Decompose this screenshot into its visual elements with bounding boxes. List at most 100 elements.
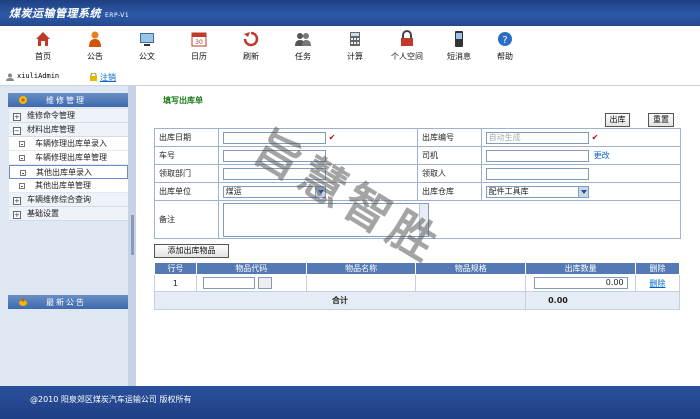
item-name-cell bbox=[305, 274, 417, 292]
required-mark: ✔ bbox=[328, 133, 336, 142]
nav-refresh-label: 刷新 bbox=[243, 52, 259, 61]
item-code-input[interactable] bbox=[202, 277, 255, 289]
out-no-input[interactable]: 自动生成 bbox=[485, 131, 589, 144]
quantity-input[interactable]: 0.00 bbox=[533, 277, 628, 289]
sidebar-collapse-handle[interactable] bbox=[131, 215, 134, 255]
change-link[interactable]: 更改 bbox=[594, 151, 610, 160]
logout-icon[interactable] bbox=[89, 73, 98, 81]
sidebar-item-label: 车辆修理出库单管理 bbox=[35, 153, 107, 162]
sidebar-item-settings[interactable]: + 基础设置 bbox=[9, 207, 128, 221]
expand-icon: + bbox=[14, 211, 20, 219]
form-title: 填写出库单 bbox=[163, 96, 203, 105]
task-icon bbox=[295, 33, 311, 46]
driver-input[interactable] bbox=[485, 149, 589, 162]
nav-help[interactable]: ? 帮助 bbox=[482, 30, 528, 68]
unit-select[interactable]: 煤运 bbox=[222, 185, 326, 198]
announcement-icon bbox=[89, 31, 101, 47]
notice-icon bbox=[19, 298, 27, 306]
sum-label: 合计 bbox=[153, 291, 527, 310]
col-item-name: 物品名称 bbox=[305, 262, 417, 275]
out-date-label: 出库日期 bbox=[154, 128, 219, 147]
calendar-icon: 30 bbox=[191, 32, 207, 47]
submit-out-button[interactable]: 出库 bbox=[605, 113, 630, 127]
col-delete: 删除 bbox=[635, 262, 680, 275]
sidebar-item-label: 基础设置 bbox=[27, 209, 59, 218]
sidebar-item-repair-query[interactable]: + 车辆维修综合查询 bbox=[9, 193, 128, 207]
vehicle-no-label: 车号 bbox=[154, 146, 219, 165]
warehouse-select[interactable]: 配件工具库 bbox=[485, 185, 589, 198]
sidebar-item-label: 车辆修理出库单录入 bbox=[35, 139, 107, 148]
reset-button[interactable]: 重置 bbox=[648, 113, 674, 127]
nav-task-label: 任务 bbox=[295, 52, 311, 61]
col-row-no: 行号 bbox=[154, 262, 197, 275]
help-icon: ? bbox=[498, 32, 512, 46]
chevron-down-icon bbox=[314, 186, 325, 197]
expand-icon: + bbox=[14, 197, 20, 205]
nav-calculator-label: 计算 bbox=[347, 52, 363, 61]
remark-textarea[interactable] bbox=[222, 202, 429, 237]
nav-message-label: 短消息 bbox=[447, 52, 471, 61]
required-mark: ✔ bbox=[591, 133, 599, 142]
app-version: ERP-V1 bbox=[105, 12, 130, 19]
calculator-icon bbox=[350, 32, 360, 46]
receiver-input[interactable] bbox=[485, 167, 589, 180]
nav-document-label: 公文 bbox=[139, 52, 155, 61]
warehouse-select-value: 配件工具库 bbox=[488, 186, 529, 196]
dept-input[interactable] bbox=[222, 167, 326, 180]
sidebar-item-material-out[interactable]: − 材料出库管理 bbox=[9, 123, 128, 137]
sidebar-item-other-out-entry[interactable]: 其他出库单录入 bbox=[9, 165, 128, 179]
username: xiuliAdmin bbox=[17, 72, 60, 80]
expand-icon: + bbox=[14, 113, 20, 121]
toolbar-nav: 首页 公告 公文 30 日历 刷新 任务 计算 个人空间 短消息 ? 帮助 bbox=[20, 30, 534, 68]
sidebar-item-repair-orders[interactable]: + 维修命令管理 bbox=[9, 109, 128, 123]
notice-panel-title[interactable]: 最新公告 bbox=[8, 295, 128, 309]
nav-message[interactable]: 短消息 bbox=[436, 30, 482, 68]
vehicle-no-input[interactable] bbox=[222, 149, 326, 162]
col-item-code: 物品代码 bbox=[195, 262, 307, 275]
nav-personal-space[interactable]: 个人空间 bbox=[384, 30, 430, 68]
delete-link[interactable]: 删除 bbox=[650, 279, 666, 288]
leaf-icon bbox=[19, 183, 25, 189]
nav-task[interactable]: 任务 bbox=[280, 30, 326, 68]
receiver-label: 领取人 bbox=[416, 164, 482, 183]
leaf-icon bbox=[19, 155, 25, 161]
nav-announcement[interactable]: 公告 bbox=[72, 30, 118, 68]
add-item-button[interactable]: 添加出库物品 bbox=[154, 244, 229, 258]
sidebar-item-vehicle-out-manage[interactable]: 车辆修理出库单管理 bbox=[9, 151, 128, 165]
row-no: 1 bbox=[154, 274, 197, 292]
maintenance-icon bbox=[19, 96, 27, 104]
search-icon[interactable] bbox=[257, 277, 272, 289]
nav-help-label: 帮助 bbox=[497, 52, 513, 61]
header: 煤炭运输管理系统 ERP-V1 首页 公告 公文 30 日历 刷新 任务 计算 … bbox=[0, 0, 700, 69]
nav-home[interactable]: 首页 bbox=[20, 30, 66, 68]
nav-home-label: 首页 bbox=[35, 52, 51, 61]
document-icon bbox=[140, 33, 154, 46]
textarea-scrollbar[interactable] bbox=[418, 203, 428, 236]
sum-row: 合计 0.00 bbox=[153, 291, 680, 310]
items-table: 行号 物品代码 物品名称 物品规格 出库数量 删除 1 0.00 删除 合计 0… bbox=[153, 262, 680, 310]
col-item-spec: 物品规格 bbox=[415, 262, 527, 275]
sidebar-item-other-out-manage[interactable]: 其他出库单管理 bbox=[9, 179, 128, 193]
nav-document[interactable]: 公文 bbox=[124, 30, 170, 68]
out-form-table: 出库日期 ✔ 出库编号 自动生成 ✔ 车号 司机 更改 领取部门 领取人 出库单位… bbox=[154, 128, 682, 239]
leaf-icon bbox=[20, 170, 26, 176]
nav-refresh[interactable]: 刷新 bbox=[228, 30, 274, 68]
sidebar-menu: + 维修命令管理 − 材料出库管理 车辆修理出库单录入 车辆修理出库单管理 其他出库… bbox=[9, 109, 128, 221]
logout-link[interactable]: 注销 bbox=[100, 72, 116, 83]
title-bar: 煤炭运输管理系统 ERP-V1 bbox=[0, 0, 700, 26]
chevron-down-icon bbox=[577, 186, 588, 197]
sidebar-item-label: 维修命令管理 bbox=[27, 111, 75, 120]
refresh-icon bbox=[243, 31, 259, 47]
sidebar-panel-title[interactable]: 维修管理 bbox=[8, 93, 128, 107]
nav-calculator[interactable]: 计算 bbox=[332, 30, 378, 68]
sidebar-item-label: 其他出库单管理 bbox=[35, 181, 91, 190]
sidebar-item-vehicle-out-entry[interactable]: 车辆修理出库单录入 bbox=[9, 137, 128, 151]
nav-calendar-label: 日历 bbox=[191, 52, 207, 61]
svg-text:30: 30 bbox=[195, 39, 203, 46]
leaf-icon bbox=[19, 141, 25, 147]
item-spec-cell bbox=[415, 274, 527, 292]
nav-calendar[interactable]: 30 日历 bbox=[176, 30, 222, 68]
svg-text:?: ? bbox=[502, 35, 507, 46]
sidebar-item-label: 材料出库管理 bbox=[27, 125, 75, 134]
out-date-input[interactable] bbox=[222, 131, 326, 144]
